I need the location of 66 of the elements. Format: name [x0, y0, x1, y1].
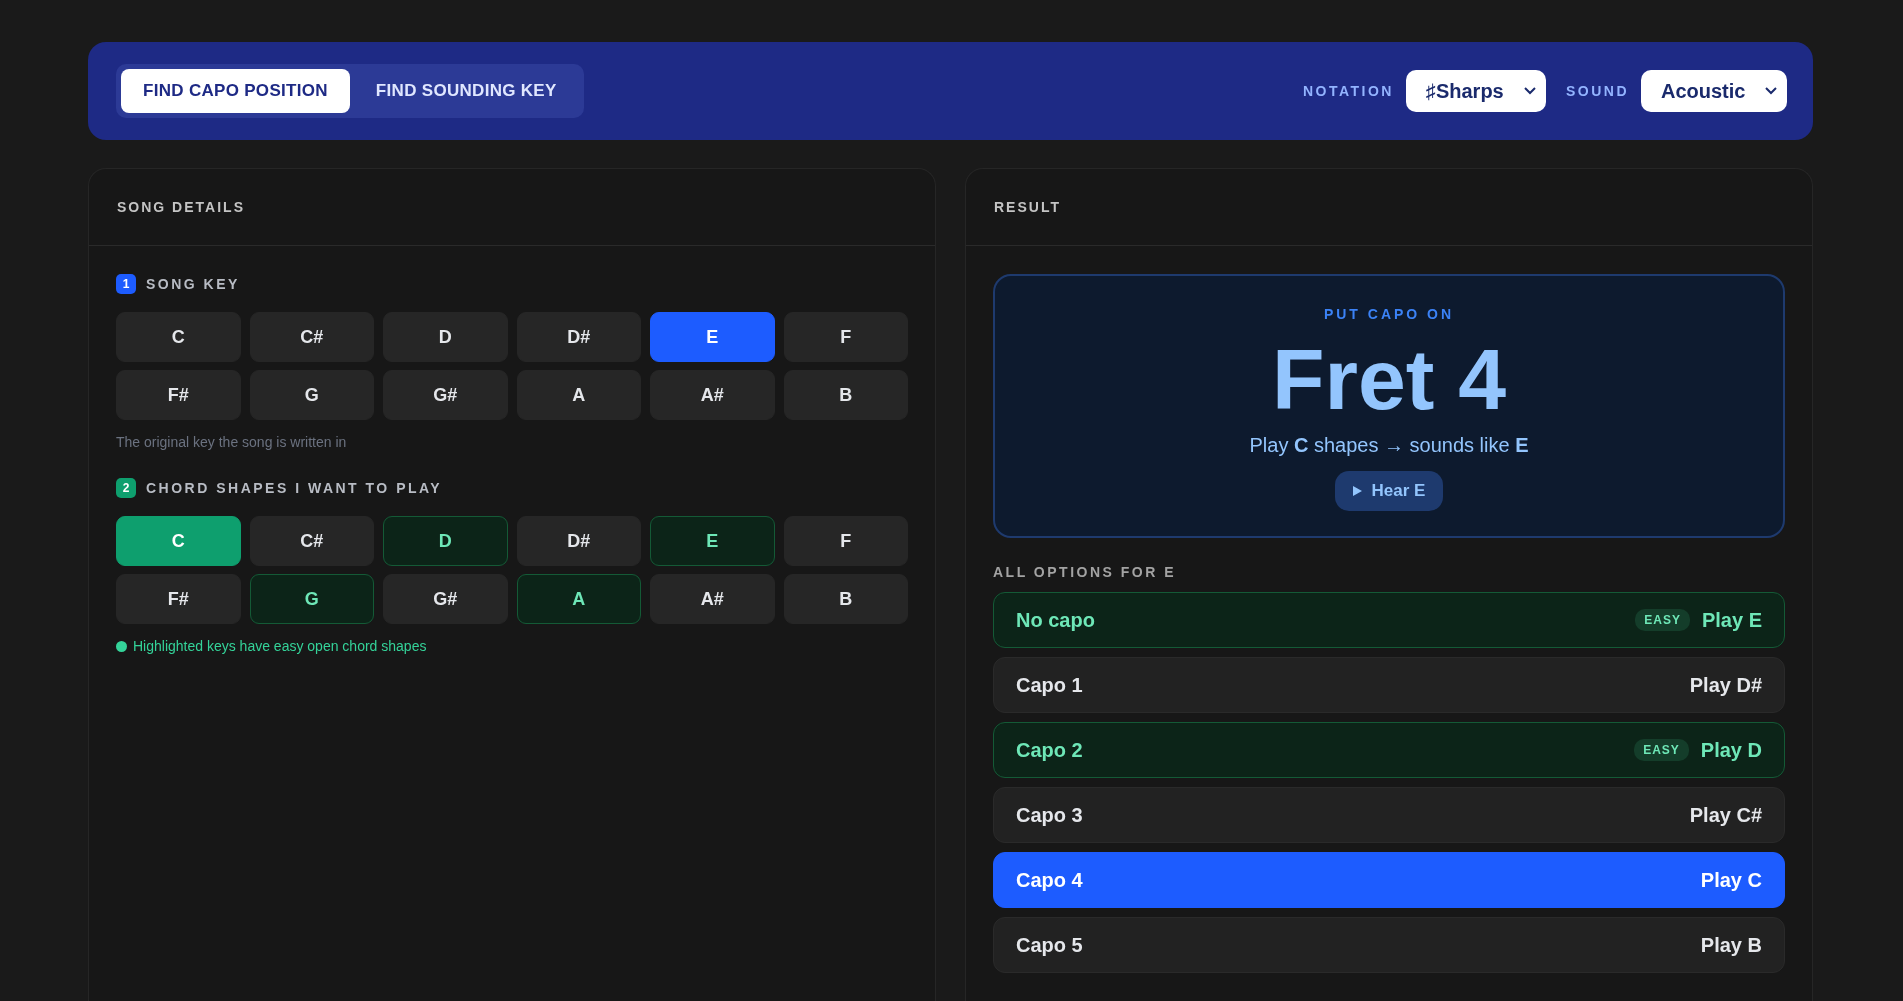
section-label: CHORD SHAPES I WANT TO PLAY — [146, 480, 443, 496]
capo-label: Capo 4 — [1016, 868, 1083, 892]
play-key-label: Play D — [1700, 738, 1762, 762]
mode-tab[interactable]: FIND SOUNDING KEY — [353, 69, 579, 113]
sound-label: SOUND — [1565, 83, 1629, 99]
key-button[interactable]: G# — [383, 370, 508, 420]
chord-key-button[interactable]: F# — [116, 574, 241, 624]
chevron-icon — [1765, 87, 1777, 95]
chord-key-button[interactable]: G# — [383, 574, 508, 624]
options-title: ALL OPTIONS FOR E — [993, 564, 1178, 580]
key-button[interactable]: A# — [650, 370, 775, 420]
result-summary: Play C shapes → sounds like E — [1249, 434, 1529, 457]
key-button[interactable]: B — [783, 370, 908, 420]
key-button[interactable]: A — [516, 370, 641, 420]
chord-key-button[interactable]: F — [783, 516, 908, 566]
notation-dropdown[interactable]: ♯Sharps — [1405, 70, 1546, 112]
chord-key-button[interactable]: A — [516, 574, 641, 624]
fret-headline: Fret 4 — [1271, 336, 1507, 422]
chord-key-button[interactable]: A# — [650, 574, 775, 624]
key-button[interactable]: F — [783, 312, 908, 362]
capo-option-row[interactable]: Capo 3 Play C# — [993, 787, 1785, 843]
capo-option-row[interactable]: Capo 2 EASY Play D — [993, 722, 1785, 778]
capo-label: Capo 2 — [1016, 738, 1083, 762]
chord-key-button[interactable]: D# — [516, 516, 641, 566]
easy-badge: EASY — [1634, 739, 1689, 761]
key-button[interactable]: C — [116, 312, 241, 362]
legend-dot-icon — [116, 640, 127, 652]
step-number: 1 — [116, 274, 136, 294]
capo-option-row[interactable]: Capo 5 Play B — [993, 917, 1785, 973]
play-key-label: Play E — [1701, 608, 1762, 632]
capo-label: Capo 1 — [1016, 673, 1083, 697]
chord-key-button[interactable]: G — [249, 574, 374, 624]
key-button[interactable]: G — [249, 370, 374, 420]
capo-label: Capo 3 — [1016, 803, 1083, 827]
section-label: SONG KEY — [146, 276, 240, 292]
legend-text: Highlighted keys have easy open chord shapes — [133, 638, 427, 654]
hint-text: The original key the song is written in — [116, 434, 348, 450]
chord-key-button[interactable]: D — [383, 516, 508, 566]
capo-option-row[interactable]: Capo 1 Play D# — [993, 657, 1785, 713]
mode-tab[interactable]: FIND CAPO POSITION — [121, 69, 350, 113]
play-icon — [1352, 486, 1362, 496]
play-key-label: Play B — [1700, 933, 1762, 957]
key-button[interactable]: D# — [516, 312, 641, 362]
capo-label: Capo 5 — [1016, 933, 1083, 957]
panel-title: SONG DETAILS — [117, 199, 245, 215]
play-key-label: Play C# — [1689, 803, 1762, 827]
key-button[interactable]: E — [650, 312, 775, 362]
card-eyebrow: PUT CAPO ON — [1323, 306, 1455, 322]
chord-key-button[interactable]: B — [783, 574, 908, 624]
notation-label: NOTATION — [1302, 83, 1394, 99]
hear-button[interactable]: Hear E — [1334, 471, 1444, 511]
chevron-icon — [1523, 87, 1536, 95]
key-button[interactable]: C# — [249, 312, 374, 362]
play-key-label: Play C — [1700, 868, 1762, 892]
capo-label: No capo — [1016, 608, 1095, 632]
key-button[interactable]: D — [383, 312, 508, 362]
chord-key-button[interactable]: E — [650, 516, 775, 566]
capo-option-row[interactable]: Capo 4 Play C — [993, 852, 1785, 908]
key-button[interactable]: F# — [116, 370, 241, 420]
step-number: 2 — [116, 478, 136, 498]
panel-title: RESULT — [994, 199, 1061, 215]
capo-option-row[interactable]: No capo EASY Play E — [993, 592, 1785, 648]
easy-badge: EASY — [1635, 609, 1690, 631]
chord-key-button[interactable]: C# — [249, 516, 374, 566]
play-key-label: Play D# — [1689, 673, 1762, 697]
sound-dropdown[interactable]: Acoustic — [1641, 70, 1787, 112]
